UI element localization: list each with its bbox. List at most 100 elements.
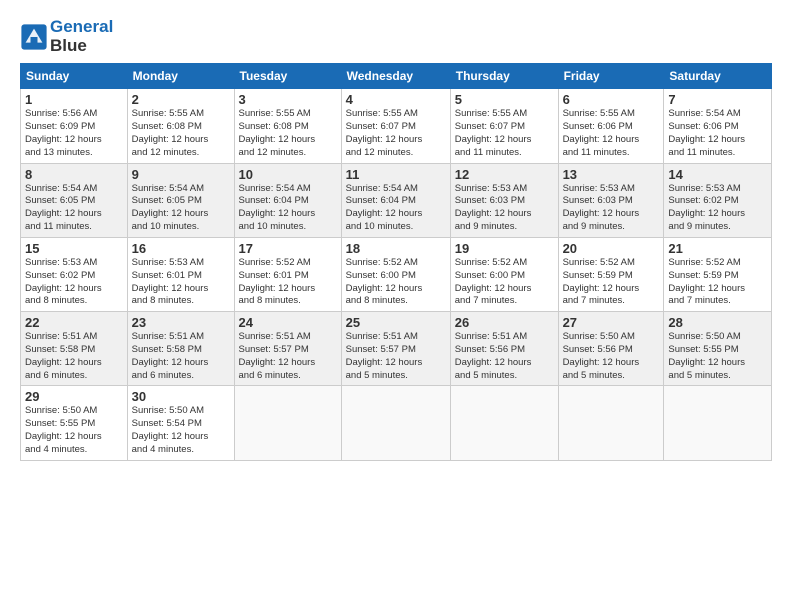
sunset-label: Sunset: 6:02 PM [25, 270, 95, 281]
sunset-label: Sunset: 6:08 PM [132, 121, 202, 132]
day-number: 24 [239, 315, 337, 330]
daylight-label: Daylight: 12 hours [668, 208, 745, 219]
sunrise-label: Sunrise: 5:51 AM [25, 331, 97, 342]
daylight-label: Daylight: 12 hours [239, 134, 316, 145]
sunset-label: Sunset: 6:00 PM [346, 270, 416, 281]
daylight-minutes: and 9 minutes. [455, 221, 517, 232]
day-number: 25 [346, 315, 446, 330]
daylight-label: Daylight: 12 hours [132, 431, 209, 442]
calendar-day-26: 26 Sunrise: 5:51 AM Sunset: 5:56 PM Dayl… [450, 312, 558, 386]
day-info: Sunrise: 5:50 AM Sunset: 5:55 PM Dayligh… [668, 331, 767, 382]
day-number: 5 [455, 92, 554, 107]
sunset-label: Sunset: 6:00 PM [455, 270, 525, 281]
sunrise-label: Sunrise: 5:51 AM [132, 331, 204, 342]
day-number: 10 [239, 167, 337, 182]
day-info: Sunrise: 5:54 AM Sunset: 6:06 PM Dayligh… [668, 108, 767, 159]
day-number: 29 [25, 389, 123, 404]
sunrise-label: Sunrise: 5:55 AM [455, 108, 527, 119]
day-number: 8 [25, 167, 123, 182]
calendar-day-15: 15 Sunrise: 5:53 AM Sunset: 6:02 PM Dayl… [21, 237, 128, 311]
day-info: Sunrise: 5:51 AM Sunset: 5:57 PM Dayligh… [239, 331, 337, 382]
sunrise-label: Sunrise: 5:53 AM [132, 257, 204, 268]
daylight-minutes: and 4 minutes. [25, 444, 87, 455]
calendar-day-21: 21 Sunrise: 5:52 AM Sunset: 5:59 PM Dayl… [664, 237, 772, 311]
daylight-label: Daylight: 12 hours [455, 283, 532, 294]
sunset-label: Sunset: 6:04 PM [239, 195, 309, 206]
daylight-label: Daylight: 12 hours [668, 134, 745, 145]
day-number: 2 [132, 92, 230, 107]
calendar-day-25: 25 Sunrise: 5:51 AM Sunset: 5:57 PM Dayl… [341, 312, 450, 386]
day-info: Sunrise: 5:53 AM Sunset: 6:02 PM Dayligh… [25, 257, 123, 308]
sunrise-label: Sunrise: 5:55 AM [346, 108, 418, 119]
sunrise-label: Sunrise: 5:53 AM [668, 183, 740, 194]
day-info: Sunrise: 5:53 AM Sunset: 6:03 PM Dayligh… [455, 183, 554, 234]
day-info: Sunrise: 5:55 AM Sunset: 6:08 PM Dayligh… [132, 108, 230, 159]
calendar-header-row: SundayMondayTuesdayWednesdayThursdayFrid… [21, 64, 772, 89]
daylight-label: Daylight: 12 hours [346, 357, 423, 368]
daylight-minutes: and 11 minutes. [563, 147, 630, 158]
day-info: Sunrise: 5:54 AM Sunset: 6:04 PM Dayligh… [346, 183, 446, 234]
calendar-day-29: 29 Sunrise: 5:50 AM Sunset: 5:55 PM Dayl… [21, 386, 128, 460]
daylight-minutes: and 5 minutes. [668, 370, 730, 381]
calendar-day-1: 1 Sunrise: 5:56 AM Sunset: 6:09 PM Dayli… [21, 89, 128, 163]
calendar-day-8: 8 Sunrise: 5:54 AM Sunset: 6:05 PM Dayli… [21, 163, 128, 237]
daylight-label: Daylight: 12 hours [563, 283, 640, 294]
day-number: 30 [132, 389, 230, 404]
sunrise-label: Sunrise: 5:52 AM [455, 257, 527, 268]
daylight-minutes: and 5 minutes. [346, 370, 408, 381]
day-info: Sunrise: 5:55 AM Sunset: 6:06 PM Dayligh… [563, 108, 660, 159]
sunrise-label: Sunrise: 5:52 AM [563, 257, 635, 268]
daylight-minutes: and 11 minutes. [668, 147, 735, 158]
calendar-day-22: 22 Sunrise: 5:51 AM Sunset: 5:58 PM Dayl… [21, 312, 128, 386]
day-number: 18 [346, 241, 446, 256]
calendar-day-3: 3 Sunrise: 5:55 AM Sunset: 6:08 PM Dayli… [234, 89, 341, 163]
sunrise-label: Sunrise: 5:54 AM [239, 183, 311, 194]
sunrise-label: Sunrise: 5:55 AM [563, 108, 635, 119]
sunset-label: Sunset: 5:59 PM [668, 270, 738, 281]
day-number: 9 [132, 167, 230, 182]
day-info: Sunrise: 5:55 AM Sunset: 6:08 PM Dayligh… [239, 108, 337, 159]
daylight-minutes: and 9 minutes. [668, 221, 730, 232]
day-number: 4 [346, 92, 446, 107]
calendar-day-4: 4 Sunrise: 5:55 AM Sunset: 6:07 PM Dayli… [341, 89, 450, 163]
sunrise-label: Sunrise: 5:54 AM [132, 183, 204, 194]
calendar-day-18: 18 Sunrise: 5:52 AM Sunset: 6:00 PM Dayl… [341, 237, 450, 311]
sunset-label: Sunset: 6:09 PM [25, 121, 95, 132]
empty-cell [450, 386, 558, 460]
sunset-label: Sunset: 6:06 PM [563, 121, 633, 132]
sunrise-label: Sunrise: 5:56 AM [25, 108, 97, 119]
sunset-label: Sunset: 5:58 PM [132, 344, 202, 355]
day-number: 16 [132, 241, 230, 256]
daylight-label: Daylight: 12 hours [239, 208, 316, 219]
sunset-label: Sunset: 6:02 PM [668, 195, 738, 206]
day-number: 15 [25, 241, 123, 256]
calendar-week-1: 1 Sunrise: 5:56 AM Sunset: 6:09 PM Dayli… [21, 89, 772, 163]
calendar-week-2: 8 Sunrise: 5:54 AM Sunset: 6:05 PM Dayli… [21, 163, 772, 237]
calendar-day-10: 10 Sunrise: 5:54 AM Sunset: 6:04 PM Dayl… [234, 163, 341, 237]
calendar-day-6: 6 Sunrise: 5:55 AM Sunset: 6:06 PM Dayli… [558, 89, 664, 163]
daylight-label: Daylight: 12 hours [25, 283, 102, 294]
sunset-label: Sunset: 5:55 PM [25, 418, 95, 429]
sunrise-label: Sunrise: 5:50 AM [668, 331, 740, 342]
empty-cell [664, 386, 772, 460]
day-number: 28 [668, 315, 767, 330]
calendar-day-24: 24 Sunrise: 5:51 AM Sunset: 5:57 PM Dayl… [234, 312, 341, 386]
sunset-label: Sunset: 6:01 PM [132, 270, 202, 281]
daylight-minutes: and 5 minutes. [455, 370, 517, 381]
daylight-minutes: and 13 minutes. [25, 147, 93, 158]
calendar-day-27: 27 Sunrise: 5:50 AM Sunset: 5:56 PM Dayl… [558, 312, 664, 386]
sunset-label: Sunset: 5:58 PM [25, 344, 95, 355]
calendar-week-4: 22 Sunrise: 5:51 AM Sunset: 5:58 PM Dayl… [21, 312, 772, 386]
day-number: 19 [455, 241, 554, 256]
daylight-label: Daylight: 12 hours [25, 134, 102, 145]
day-number: 17 [239, 241, 337, 256]
day-info: Sunrise: 5:55 AM Sunset: 6:07 PM Dayligh… [455, 108, 554, 159]
daylight-label: Daylight: 12 hours [455, 208, 532, 219]
daylight-label: Daylight: 12 hours [239, 283, 316, 294]
day-number: 1 [25, 92, 123, 107]
daylight-minutes: and 7 minutes. [455, 295, 517, 306]
sunset-label: Sunset: 6:07 PM [346, 121, 416, 132]
daylight-label: Daylight: 12 hours [455, 357, 532, 368]
daylight-minutes: and 10 minutes. [132, 221, 200, 232]
calendar-header-thursday: Thursday [450, 64, 558, 89]
